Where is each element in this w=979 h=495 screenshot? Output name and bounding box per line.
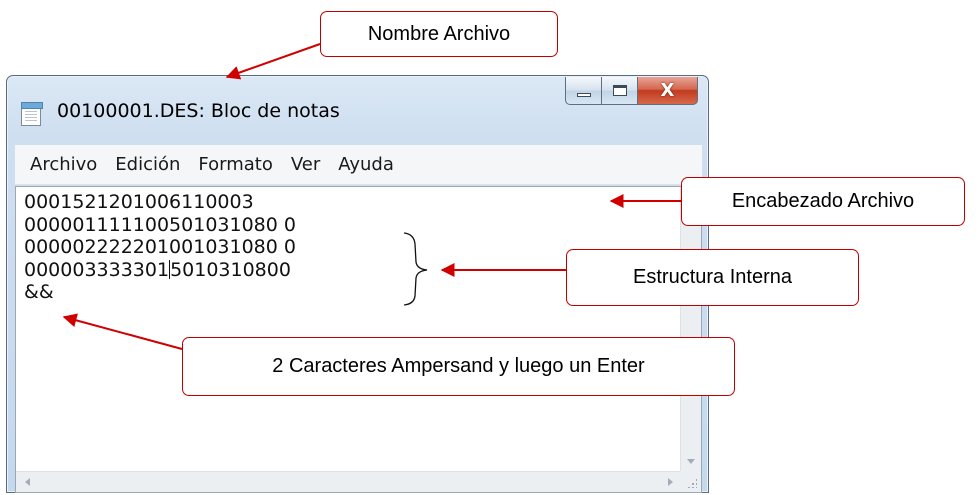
callout-header: Encabezado Archivo — [681, 177, 965, 226]
callout-internal-structure: Estructura Interna — [566, 249, 859, 306]
callout-filename: Nombre Archivo — [320, 11, 558, 57]
structure-bracket — [403, 232, 428, 306]
ampersand-arrow — [62, 313, 183, 350]
annotation-arrows — [62, 43, 681, 350]
filename-arrow — [225, 43, 321, 80]
callout-ampersand: 2 Caracteres Ampersand y luego un Enter — [182, 337, 735, 396]
